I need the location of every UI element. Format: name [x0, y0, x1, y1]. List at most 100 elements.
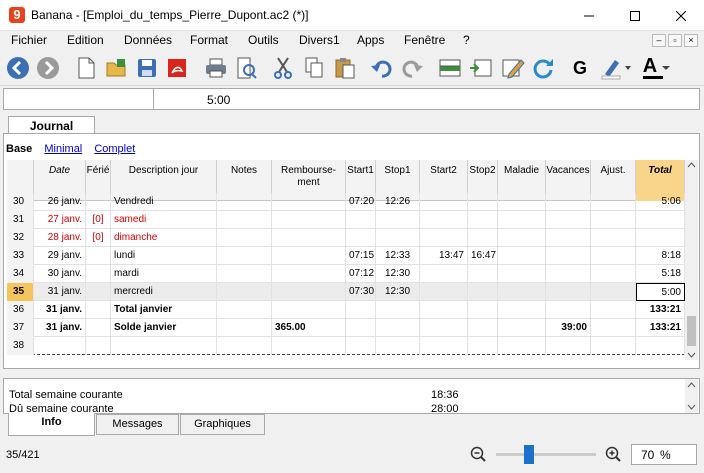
cell-ferie[interactable]: [0]	[86, 211, 111, 229]
cell-vacances[interactable]	[546, 337, 591, 355]
cell-stop2[interactable]: 16:47	[468, 247, 498, 265]
cell-start1[interactable]	[346, 301, 376, 319]
cell-remboursement[interactable]	[272, 283, 346, 301]
cell-maladie[interactable]	[498, 193, 546, 211]
menu-apps[interactable]: Apps	[357, 33, 384, 47]
zoom-slider-thumb[interactable]	[524, 445, 534, 464]
cell-remboursement[interactable]	[272, 193, 346, 211]
view-minimal[interactable]: Minimal	[44, 143, 82, 155]
cell-ajust[interactable]	[591, 337, 636, 355]
cell-ajust[interactable]	[591, 193, 636, 211]
cell-ferie[interactable]	[86, 247, 111, 265]
cell-vacances[interactable]: 39:00	[546, 319, 591, 337]
mdi-minimize-button[interactable]: –	[652, 34, 666, 47]
bold-icon[interactable]: G	[567, 55, 593, 81]
cell-start1[interactable]	[346, 337, 376, 355]
add-row-icon[interactable]	[437, 55, 463, 81]
menu-edition[interactable]: Edition	[67, 33, 104, 47]
redo-icon[interactable]	[399, 55, 425, 81]
cell-maladie[interactable]	[498, 337, 546, 355]
cell-ferie[interactable]	[86, 283, 111, 301]
cell-stop1[interactable]	[376, 229, 420, 247]
cell-start2[interactable]	[420, 301, 468, 319]
cell-description[interactable]: lundi	[111, 247, 217, 265]
cell-vacances[interactable]	[546, 265, 591, 283]
cell-ferie[interactable]	[86, 193, 111, 211]
cell-notes[interactable]	[217, 229, 272, 247]
scroll-up-arrow[interactable]	[687, 162, 696, 168]
table-row-selected[interactable]: 35 31 janv. mercredi 07:30 12:30 5:00	[7, 283, 685, 301]
cell-vacances[interactable]	[546, 301, 591, 319]
cell-maladie[interactable]	[498, 265, 546, 283]
cell-ajust[interactable]	[591, 301, 636, 319]
cell-vacances[interactable]	[546, 211, 591, 229]
cell-notes[interactable]	[217, 247, 272, 265]
print-preview-icon[interactable]	[233, 55, 259, 81]
cell-total[interactable]: 8:18	[636, 247, 685, 265]
cell-date[interactable]: 31 janv.	[34, 283, 86, 301]
cell-total-active[interactable]: 5:00	[636, 283, 685, 301]
cell-stop2[interactable]	[468, 211, 498, 229]
cell-notes[interactable]	[217, 283, 272, 301]
menu-help[interactable]: ?	[463, 33, 470, 47]
view-base[interactable]: Base	[6, 143, 32, 155]
cell-ajust[interactable]	[591, 229, 636, 247]
cell-stop2[interactable]	[468, 337, 498, 355]
cell-maladie[interactable]	[498, 301, 546, 319]
cell-stop2[interactable]	[468, 229, 498, 247]
cell-description[interactable]: Vendredi	[111, 193, 217, 211]
cell-stop2[interactable]	[468, 301, 498, 319]
cell-remboursement[interactable]	[272, 211, 346, 229]
cell-maladie[interactable]	[498, 283, 546, 301]
cell-description[interactable]: dimanche	[111, 229, 217, 247]
menu-fenetre[interactable]: Fenêtre	[404, 33, 445, 47]
cell-start1[interactable]	[346, 319, 376, 337]
cell-ferie[interactable]	[86, 265, 111, 283]
cell-ajust[interactable]	[591, 283, 636, 301]
cell-stop1[interactable]: 12:30	[376, 265, 420, 283]
cell-start2[interactable]	[420, 319, 468, 337]
cell-vacances[interactable]	[546, 229, 591, 247]
cell-date[interactable]: 31 janv.	[34, 319, 86, 337]
cell-maladie[interactable]	[498, 229, 546, 247]
refresh-icon[interactable]	[530, 55, 556, 81]
info-scrollbar[interactable]	[685, 379, 698, 413]
menu-divers1[interactable]: Divers1	[299, 33, 340, 47]
maximize-button[interactable]	[612, 0, 658, 31]
scroll-down-arrow[interactable]	[687, 352, 696, 358]
menu-donnees[interactable]: Données	[124, 33, 172, 47]
mdi-close-button[interactable]: ×	[684, 34, 698, 47]
table-row[interactable]: 38	[7, 337, 685, 355]
cell-ajust[interactable]	[591, 319, 636, 337]
cell-notes[interactable]	[217, 301, 272, 319]
table-row[interactable]: 33 29 janv. lundi 07:15 12:33 13:47 16:4…	[7, 247, 685, 265]
tab-messages[interactable]: Messages	[96, 414, 179, 435]
table-row[interactable]: 36 31 janv. Total janvier 133:21	[7, 301, 685, 319]
copy-icon[interactable]	[301, 55, 327, 81]
cell-total[interactable]	[636, 337, 685, 355]
cell-start2[interactable]	[420, 229, 468, 247]
cell-start2[interactable]	[420, 283, 468, 301]
cell-stop1[interactable]	[376, 337, 420, 355]
undo-icon[interactable]	[369, 55, 395, 81]
cell-start1[interactable]: 07:20	[346, 193, 376, 211]
zoom-slider[interactable]	[496, 445, 596, 464]
menu-outils[interactable]: Outils	[248, 33, 279, 47]
new-file-icon[interactable]	[73, 55, 99, 81]
cell-start2[interactable]	[420, 211, 468, 229]
tab-info[interactable]: Info	[8, 413, 95, 436]
menu-format[interactable]: Format	[190, 33, 228, 47]
cell-vacances[interactable]	[546, 247, 591, 265]
view-complet[interactable]: Complet	[94, 143, 135, 155]
pdf-icon[interactable]	[164, 55, 190, 81]
cell-vacances[interactable]	[546, 193, 591, 211]
cell-description[interactable]: mercredi	[111, 283, 217, 301]
paste-icon[interactable]	[332, 55, 358, 81]
open-folder-icon[interactable]	[104, 55, 130, 81]
zoom-in-icon[interactable]	[605, 446, 621, 462]
cell-remboursement[interactable]	[272, 337, 346, 355]
cell-date[interactable]: 26 janv.	[34, 193, 86, 211]
cell-start2[interactable]	[420, 193, 468, 211]
font-color-icon[interactable]: A	[640, 55, 676, 81]
cell-ferie[interactable]	[86, 337, 111, 355]
